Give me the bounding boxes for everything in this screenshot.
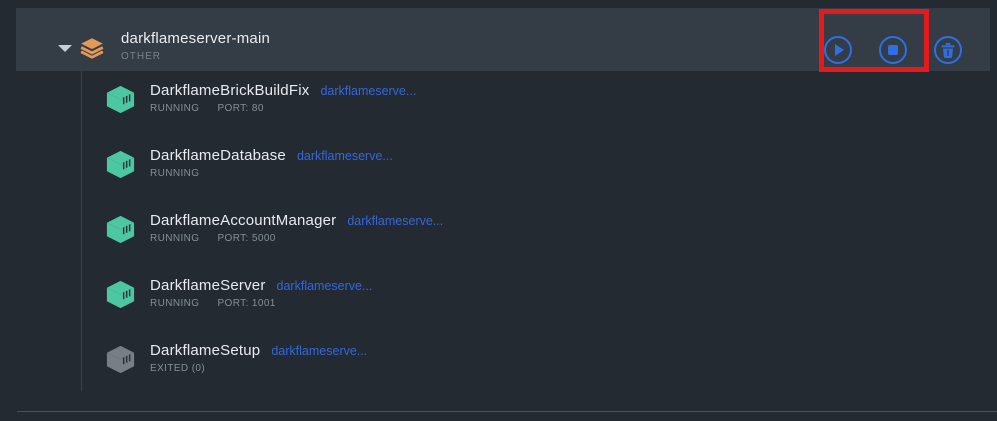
container-row: DarkflameAccountManager darkflameserve..… <box>104 212 443 277</box>
container-row: DarkflameBrickBuildFix darkflameserve...… <box>104 82 443 147</box>
delete-button[interactable] <box>934 36 962 64</box>
container-row: DarkflameServer darkflameserve... RUNNIN… <box>104 277 443 342</box>
trash-icon <box>941 43 955 58</box>
container-icon <box>104 85 137 114</box>
stop-icon <box>888 45 898 55</box>
container-status: RUNNING <box>150 168 199 179</box>
container-image-link[interactable]: darkflameserve... <box>297 149 393 163</box>
container-name: DarkflameBrickBuildFix <box>150 82 309 99</box>
container-status: EXITED (0) <box>150 363 205 374</box>
container-status: RUNNING <box>150 233 199 244</box>
container-image-link[interactable]: darkflameserve... <box>320 84 416 98</box>
tree-indent-line <box>81 71 82 391</box>
container-status-line: EXITED (0) <box>150 363 367 374</box>
bottom-divider <box>17 411 997 412</box>
container-port: PORT: 80 <box>217 103 263 114</box>
container-port: PORT: 1001 <box>217 298 275 309</box>
stack-layers-icon <box>79 35 105 61</box>
container-icon <box>104 280 137 309</box>
container-port: PORT: 5000 <box>217 233 275 244</box>
container-icon <box>104 215 137 244</box>
container-name: DarkflameServer <box>150 277 266 294</box>
play-icon <box>835 44 844 56</box>
stack-actions <box>824 36 962 64</box>
container-status-line: RUNNING <box>150 168 393 179</box>
container-list: DarkflameBrickBuildFix darkflameserve...… <box>104 82 443 407</box>
container-name: DarkflameAccountManager <box>150 212 336 229</box>
container-image-link[interactable]: darkflameserve... <box>271 344 367 358</box>
container-image-link[interactable]: darkflameserve... <box>347 214 443 228</box>
container-status: RUNNING <box>150 298 199 309</box>
container-name: DarkflameSetup <box>150 342 260 359</box>
container-image-link[interactable]: darkflameserve... <box>277 279 373 293</box>
stack-title: darkflameserver-main <box>121 30 270 47</box>
container-name: DarkflameDatabase <box>150 147 286 164</box>
stack-header: darkflameserver-main OTHER <box>16 8 990 71</box>
container-icon <box>104 150 137 179</box>
container-status-line: RUNNING PORT: 5000 <box>150 233 443 244</box>
stack-subtitle: OTHER <box>121 51 270 62</box>
container-status-line: RUNNING PORT: 80 <box>150 103 416 114</box>
container-row: DarkflameDatabase darkflameserve... RUNN… <box>104 147 443 212</box>
container-row: DarkflameSetup darkflameserve... EXITED … <box>104 342 443 407</box>
chevron-down-icon[interactable] <box>58 45 72 52</box>
container-icon <box>104 345 137 374</box>
container-status: RUNNING <box>150 103 199 114</box>
stop-button[interactable] <box>879 36 907 64</box>
start-button[interactable] <box>824 36 852 64</box>
container-status-line: RUNNING PORT: 1001 <box>150 298 372 309</box>
